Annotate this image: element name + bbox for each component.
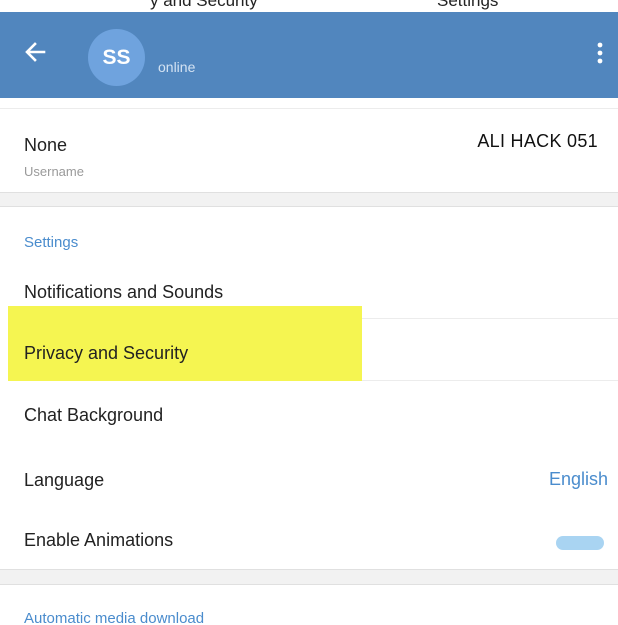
section-divider [0, 192, 618, 207]
overlay-caption: ALI HACK 051 [477, 131, 598, 151]
back-button[interactable] [22, 38, 50, 66]
username-row[interactable]: None Username ALI HACK 051 [0, 108, 618, 192]
language-value: English [548, 469, 608, 489]
media-section-title: Automatic media download [24, 610, 205, 625]
settings-item-label: Enable Animations [24, 530, 174, 550]
section-divider [0, 569, 618, 585]
settings-item-label: Chat Background [24, 405, 164, 425]
animations-toggle[interactable] [556, 536, 604, 550]
top-caption-left: y and Security [150, 0, 258, 10]
settings-item-privacy[interactable]: Privacy and Security [0, 318, 618, 380]
settings-item-language[interactable]: Language English [0, 443, 618, 506]
avatar[interactable]: SS [88, 29, 145, 86]
settings-item-label: Language [24, 470, 105, 490]
settings-section-title: Settings [24, 234, 79, 251]
top-caption-strip: y and Security Settings [0, 0, 618, 12]
settings-item-animations[interactable]: Enable Animations [0, 506, 618, 569]
app-bar: SS online [0, 12, 618, 98]
settings-item-chat-background[interactable]: Chat Background [0, 381, 618, 443]
settings-item-label: Notifications and Sounds [24, 282, 224, 302]
more-menu-button[interactable] [590, 38, 610, 68]
username-value: None [24, 135, 68, 155]
online-status: online [158, 59, 196, 75]
arrow-left-icon [25, 42, 46, 62]
username-label: Username [24, 164, 84, 179]
more-vertical-icon [597, 42, 603, 64]
top-caption-right: Settings [437, 0, 499, 10]
settings-item-label: Privacy and Security [24, 343, 189, 363]
